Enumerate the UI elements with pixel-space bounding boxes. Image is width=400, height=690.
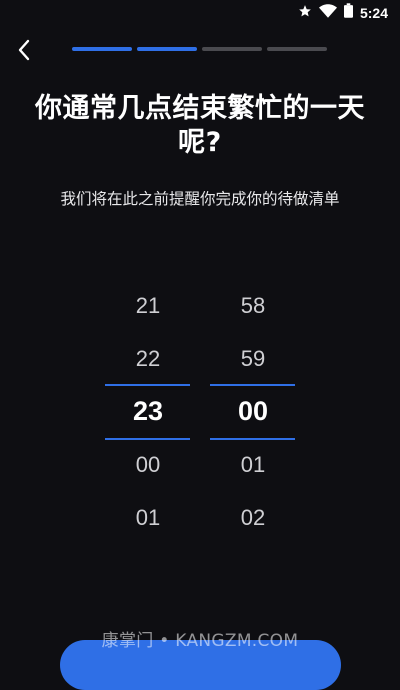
progress-segment-2 <box>137 47 197 51</box>
status-bar: 5:24 <box>0 0 400 26</box>
status-time: 5:24 <box>359 4 388 21</box>
hour-selection-line-bottom <box>105 438 190 440</box>
chevron-left-icon <box>18 39 30 61</box>
hour-option[interactable]: 01 <box>103 491 193 544</box>
minute-option[interactable]: 02 <box>208 491 298 544</box>
step-progress-bar <box>72 47 327 51</box>
progress-segment-3 <box>202 47 262 51</box>
minute-selection-line-top <box>210 384 295 386</box>
watermark: 康掌门 • KANGZM.COM <box>101 631 299 651</box>
hour-option[interactable]: 00 <box>103 438 193 491</box>
back-button[interactable] <box>10 36 38 64</box>
star-icon <box>298 3 312 22</box>
status-icons: 5:24 <box>298 3 388 22</box>
question-subtitle: 我们将在此之前提醒你完成你的待做清单 <box>60 190 340 208</box>
hour-option[interactable]: 22 <box>103 332 193 385</box>
question-title: 你通常几点结束繁忙的一天呢? <box>35 93 365 158</box>
progress-segment-4 <box>267 47 327 51</box>
hour-selection-line-top <box>105 384 190 386</box>
minute-option[interactable]: 58 <box>208 279 298 332</box>
progress-segment-1 <box>72 47 132 51</box>
minute-picker[interactable]: 58 59 00 01 02 <box>208 279 298 544</box>
battery-icon <box>343 3 353 22</box>
hour-picker[interactable]: 21 22 23 00 01 <box>103 279 193 544</box>
hour-option[interactable]: 21 <box>103 279 193 332</box>
minute-option[interactable]: 01 <box>208 438 298 491</box>
hour-option-selected[interactable]: 23 <box>103 385 193 438</box>
wifi-icon <box>318 3 337 22</box>
minute-option-selected[interactable]: 00 <box>208 385 298 438</box>
minute-selection-line-bottom <box>210 438 295 440</box>
minute-option[interactable]: 59 <box>208 332 298 385</box>
